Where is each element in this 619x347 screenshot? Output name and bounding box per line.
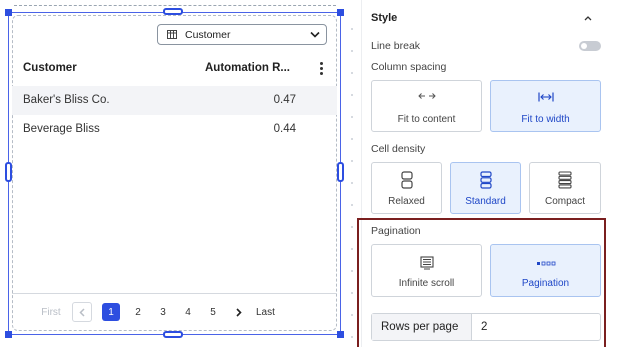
top-dashed-guide [14,5,336,6]
density-standard-label: Standard [465,196,506,207]
column-select-value: Customer [185,28,231,41]
fit-width-icon [537,92,554,102]
chevron-down-icon [310,31,320,38]
fit-to-content-option[interactable]: Fit to content [371,80,482,132]
canvas-edge-dots [350,0,354,347]
density-compact-icon [558,171,572,189]
pager-page-1[interactable]: 1 [102,303,120,321]
pagination-bar: First 1 2 3 4 5 Last [38,302,275,322]
line-break-label: Line break [371,40,421,52]
pagination-highlight-box [357,218,606,347]
fit-to-width-label: Fit to width [521,114,570,125]
pager-page-4[interactable]: 4 [181,302,195,322]
density-standard-icon [479,171,492,189]
resize-handle-bottom[interactable] [163,331,183,338]
cell-density-label: Cell density [371,143,426,155]
column-header-customer[interactable]: Customer [23,62,77,74]
density-standard-option[interactable]: Standard [450,162,521,214]
arrows-horizontal-icon [417,93,436,99]
resize-handle-top-left[interactable] [5,9,12,16]
cell-customer: Beverage Bliss [23,123,100,135]
pager-divider [12,293,337,294]
pager-next-button[interactable] [233,302,245,322]
column-menu-icon[interactable] [314,58,328,78]
pager-last-button[interactable]: Last [256,302,275,322]
canvas: Customer Customer Automation R... Baker'… [0,0,360,347]
density-relaxed-option[interactable]: Relaxed [371,162,442,214]
fit-to-width-option[interactable]: Fit to width [490,80,601,132]
pager-prev-button[interactable] [72,302,92,322]
resize-handle-left[interactable] [5,162,12,182]
column-spacing-label: Column spacing [371,61,447,73]
resize-handle-bottom-left[interactable] [5,331,12,338]
app-root: Customer Customer Automation R... Baker'… [0,0,619,347]
resize-handle-top[interactable] [163,8,183,15]
density-relaxed-label: Relaxed [388,196,425,207]
pager-page-3[interactable]: 3 [156,302,170,322]
resize-handle-top-right[interactable] [337,9,344,16]
pager-first-button[interactable]: First [38,302,64,322]
density-relaxed-icon [400,171,413,189]
density-compact-option[interactable]: Compact [529,162,601,214]
chevron-left-icon [79,307,85,317]
line-break-toggle[interactable] [579,41,601,51]
fit-to-content-label: Fit to content [397,114,456,125]
style-section-title: Style [371,12,398,24]
resize-handle-right[interactable] [337,162,344,182]
column-select-dropdown[interactable]: Customer [157,24,327,45]
table-row[interactable]: Baker's Bliss Co. 0.47 [12,86,337,115]
table-header-row: Customer Automation R... [12,56,337,82]
pager-page-2[interactable]: 2 [131,302,145,322]
chevron-up-icon[interactable] [583,14,593,22]
resize-handle-bottom-right[interactable] [337,331,344,338]
density-compact-label: Compact [544,196,585,207]
table-row[interactable]: Beverage Bliss 0.44 [12,115,337,144]
pager-page-5[interactable]: 5 [206,302,220,322]
cell-customer: Baker's Bliss Co. [23,94,110,106]
chevron-right-icon [236,307,242,317]
cell-automation-rate: 0.44 [273,123,296,135]
column-header-automation-rate[interactable]: Automation R... [205,62,290,74]
cell-automation-rate: 0.47 [273,94,296,106]
table-grid-icon [167,30,177,39]
